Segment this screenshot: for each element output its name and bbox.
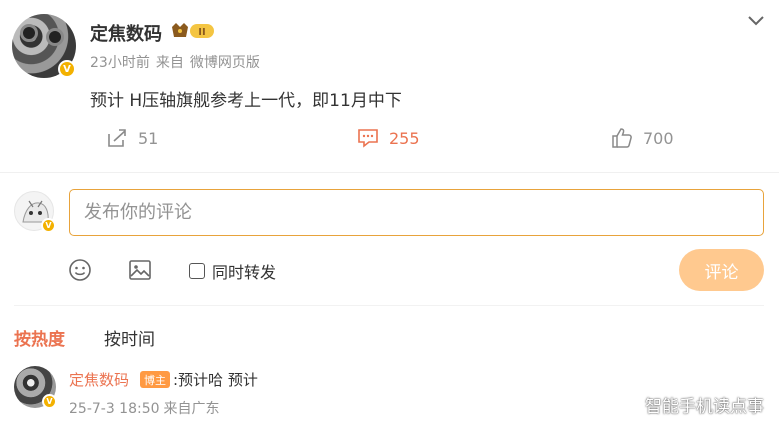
post-source: 微博网页版 <box>189 55 260 71</box>
watermark: 智能手机读点事 <box>645 397 764 417</box>
level-badge-icon[interactable]: II <box>170 21 216 41</box>
emoji-icon[interactable] <box>67 257 93 283</box>
post-time[interactable]: 23小时前 <box>90 55 150 71</box>
thumbs-up-icon <box>612 128 632 148</box>
tab-sort-time[interactable]: 按时间 <box>104 325 155 350</box>
repost-button[interactable]: 51 <box>106 128 158 148</box>
verified-badge-icon: V <box>41 218 56 233</box>
level-text: II <box>198 27 205 38</box>
comment-input[interactable] <box>70 190 763 235</box>
comment-location: 来自广东 <box>163 401 220 417</box>
comment-author[interactable]: 定焦数码 <box>69 369 129 390</box>
repost-icon <box>108 129 126 147</box>
post-meta: 23小时前 来自 微博网页版 <box>90 52 266 72</box>
divider <box>14 305 764 306</box>
post-text: 预计 H压轴旗舰参考上一代，即11月中下 <box>90 91 402 111</box>
repost-toggle[interactable]: 同时转发 <box>189 259 276 283</box>
chevron-down-icon[interactable] <box>745 12 767 30</box>
verified-badge-icon: V <box>58 60 76 78</box>
divider <box>0 172 779 173</box>
comment-text: :预计哈 预计 <box>173 371 258 389</box>
submit-comment-button[interactable]: 评论 <box>679 249 764 291</box>
comment-time: 25-7-3 18:50 <box>69 401 160 417</box>
comment-count: 255 <box>389 128 420 148</box>
source-prefix: 来自 <box>155 55 184 71</box>
like-count: 700 <box>643 128 674 148</box>
author-name[interactable]: 定焦数码 <box>90 20 162 46</box>
comment-meta: 25-7-3 18:50 来自广东 <box>69 398 224 418</box>
blogger-badge: 博主 <box>140 371 170 388</box>
repost-count: 51 <box>138 128 159 148</box>
verified-badge-icon: V <box>42 394 57 409</box>
comment-button[interactable]: 255 <box>357 128 420 148</box>
image-icon[interactable] <box>127 257 153 283</box>
like-button[interactable]: 700 <box>611 128 674 148</box>
comment-icon <box>358 129 378 148</box>
tab-sort-hot[interactable]: 按热度 <box>14 325 65 350</box>
comment-input-wrapper <box>69 189 764 236</box>
repost-checkbox[interactable] <box>189 263 205 279</box>
repost-label: 同时转发 <box>212 263 277 282</box>
